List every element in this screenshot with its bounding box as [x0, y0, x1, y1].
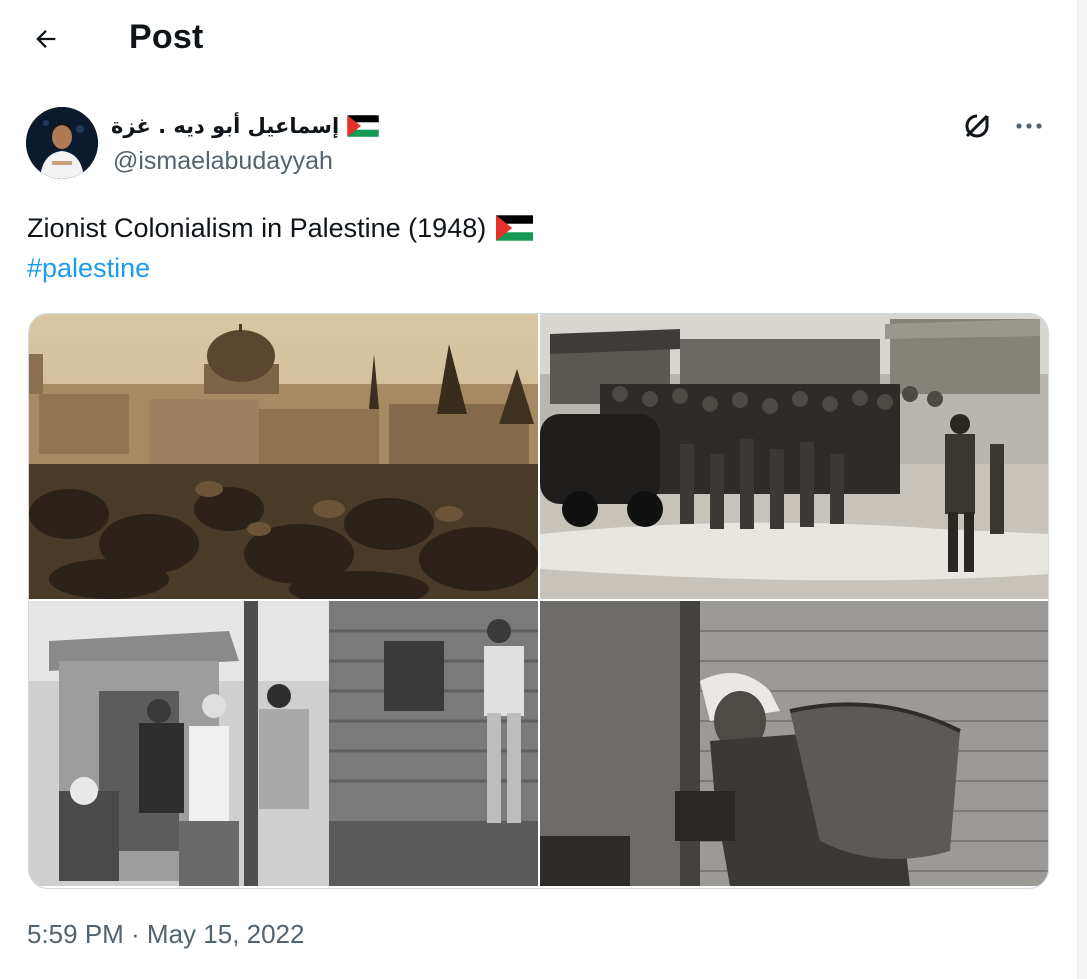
tweet-body: Zionist Colonialism in Palestine (1948)	[27, 213, 487, 243]
page-title: Post	[129, 18, 204, 56]
grok-icon	[965, 114, 989, 138]
hashtag-link[interactable]: #palestine	[27, 248, 150, 288]
palestine-flag-icon	[347, 115, 380, 137]
author-handle[interactable]: @ismaelabudayyah	[113, 147, 333, 176]
tweet-text: Zionist Colonialism in Palestine (1948) …	[27, 208, 1027, 288]
photo-soldiers-search[interactable]	[29, 601, 538, 886]
avatar[interactable]	[26, 107, 98, 179]
photo-crowd-soldiers[interactable]	[540, 314, 1048, 599]
post-timestamp[interactable]: 5:59 PM · May 15, 2022	[27, 919, 304, 950]
author-name-row[interactable]: إسماعيل أبو ديه . غزة	[111, 108, 380, 144]
grok-button[interactable]	[959, 108, 995, 144]
more-button[interactable]	[1011, 108, 1047, 144]
scrollbar[interactable]	[1077, 0, 1087, 979]
media-grid	[28, 313, 1049, 889]
photo-man-carrying-sack[interactable]	[540, 601, 1048, 886]
photo-jerusalem-dome[interactable]	[29, 314, 538, 599]
tweet-actions	[959, 108, 1047, 144]
post-header: Post	[0, 0, 1078, 78]
arrow-left-icon	[36, 30, 56, 48]
more-icon	[1016, 123, 1042, 129]
author-display-name[interactable]: إسماعيل أبو ديه . غزة	[111, 114, 339, 138]
back-button[interactable]	[22, 16, 70, 62]
palestine-flag-icon	[496, 215, 534, 241]
